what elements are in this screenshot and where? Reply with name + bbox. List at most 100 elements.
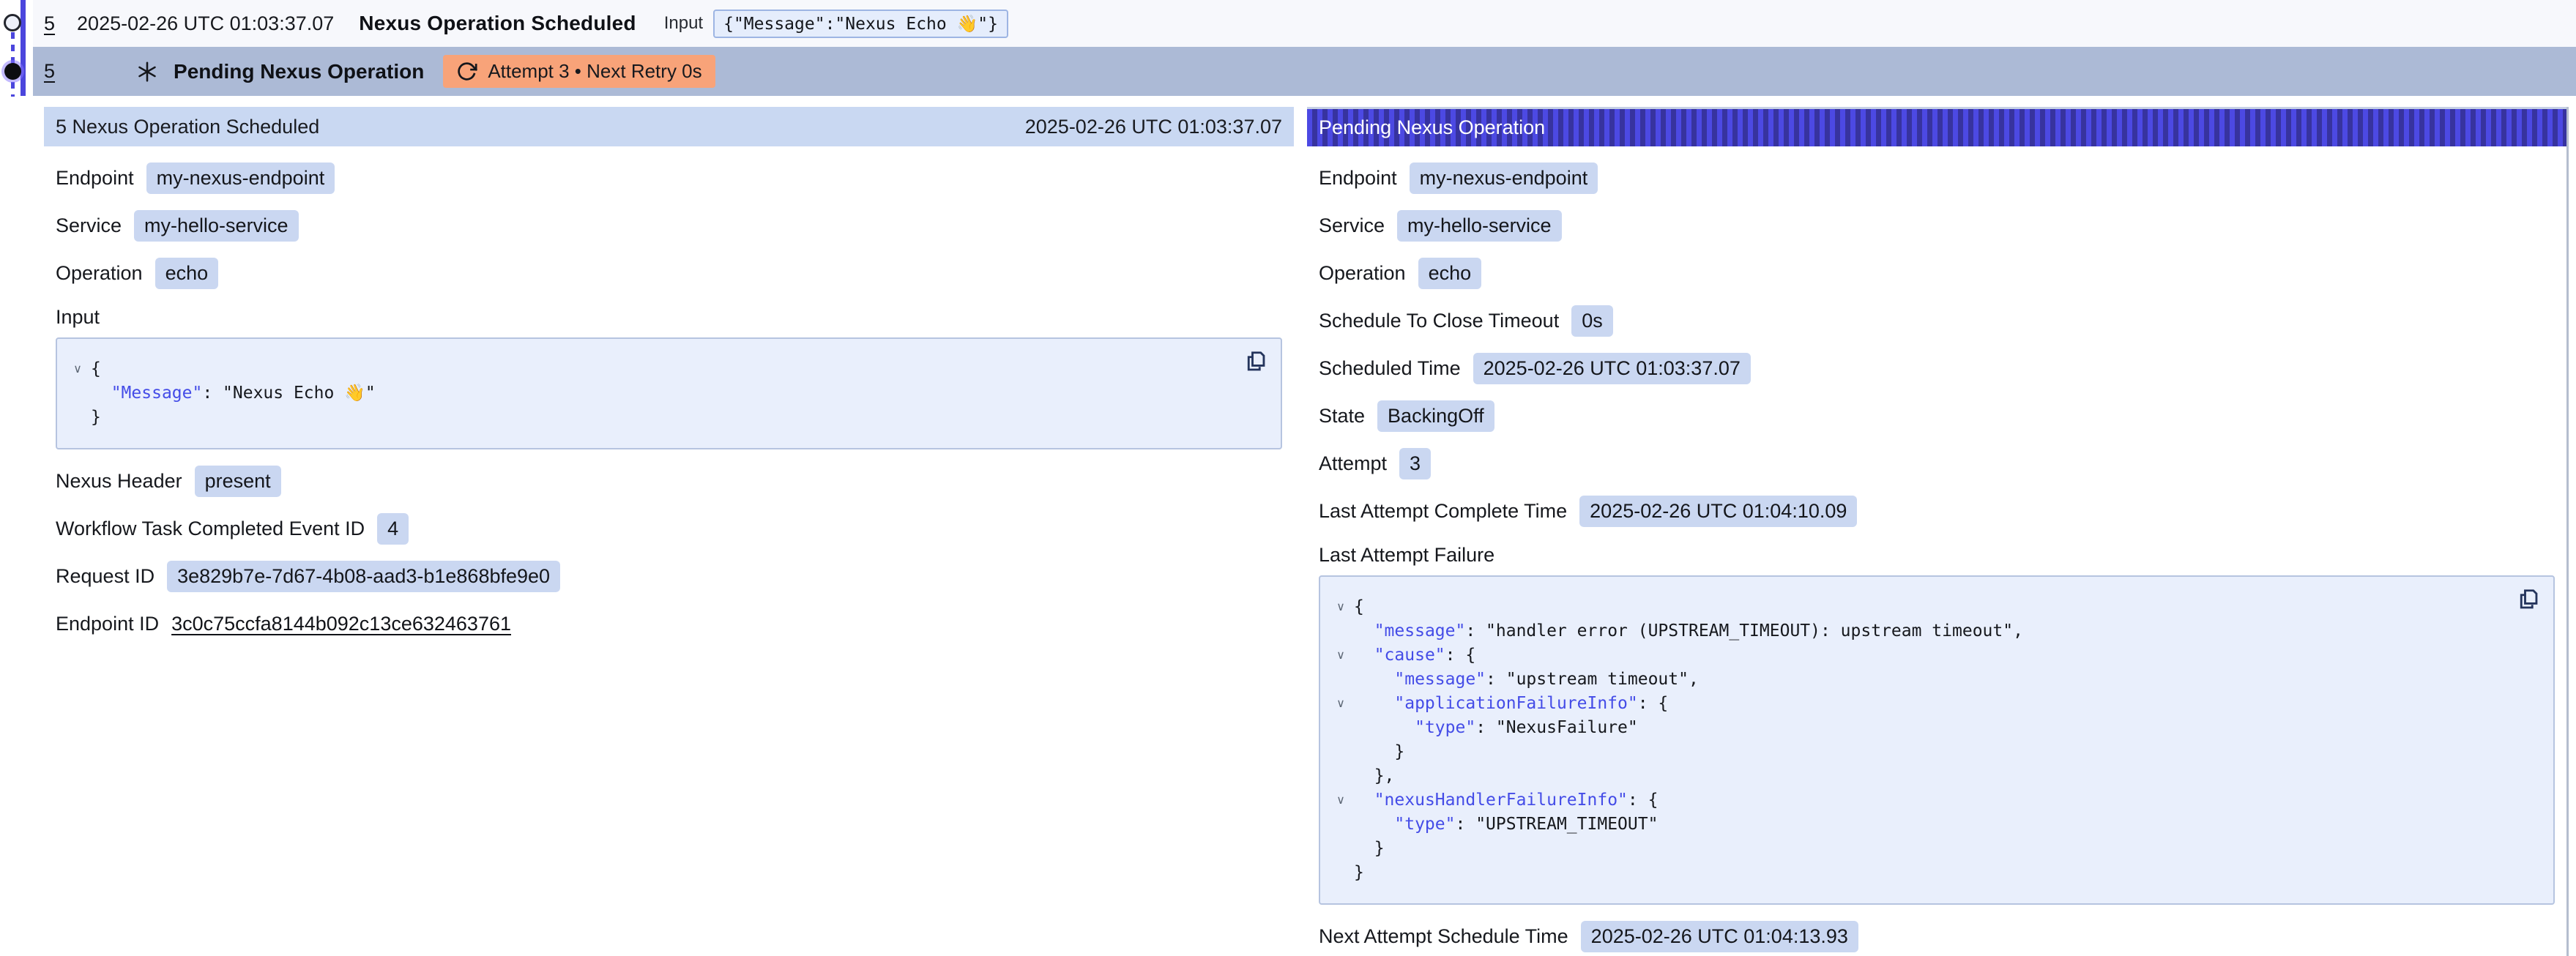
field-label: Service <box>1319 214 1385 237</box>
json-line: ∨{ <box>1328 595 2509 619</box>
event-history-screen: 5 2025-02-26 UTC 01:03:37.07 Nexus Opera… <box>0 0 2576 956</box>
field-value: 2025-02-26 UTC 01:03:37.07 <box>1473 353 1751 384</box>
json-line: } <box>1328 837 2509 861</box>
scheduled-event-panel: 5 Nexus Operation Scheduled 2025-02-26 U… <box>44 107 1294 655</box>
json-code-text: } <box>1354 837 1385 861</box>
scheduled-panel-title: 5 Nexus Operation Scheduled <box>56 116 319 138</box>
json-code-text: "nexusHandlerFailureInfo": { <box>1354 788 1658 813</box>
scheduled-panel-header: 5 Nexus Operation Scheduled 2025-02-26 U… <box>44 107 1294 146</box>
timeline-accent-bar <box>21 0 26 96</box>
field-value: echo <box>155 258 219 289</box>
timeline-node-circle-icon[interactable] <box>4 14 21 31</box>
json-line: "message": "handler error (UPSTREAM_TIME… <box>1328 619 2509 643</box>
json-line: "Message": "Nexus Echo 👋" <box>64 381 1237 406</box>
event-row-scheduled[interactable]: 5 2025-02-26 UTC 01:03:37.07 Nexus Opera… <box>33 0 2576 47</box>
pending-operation-panel: Pending Nexus Operation Endpoint my-nexu… <box>1307 107 2569 956</box>
scheduled-fields-bottom: Nexus Header present Workflow Task Compl… <box>44 465 1294 640</box>
pending-title: Pending Nexus Operation <box>174 60 424 83</box>
json-code-text: "Message": "Nexus Echo 👋" <box>91 381 376 406</box>
field-label: Workflow Task Completed Event ID <box>56 518 365 540</box>
detail-field-row: Endpoint my-nexus-endpoint <box>1307 162 2566 194</box>
json-collapse-chevron-icon[interactable]: ∨ <box>1328 692 1354 716</box>
field-value: 3 <box>1399 448 1431 479</box>
json-code-text: } <box>1354 861 1364 885</box>
event-input-label: Input <box>664 13 703 34</box>
detail-field-row: Endpoint ID 3c0c75ccfa8144b092c13ce63246… <box>44 608 1294 640</box>
pending-spinner-icon <box>135 60 159 83</box>
input-json-block: ∨{ "Message": "Nexus Echo 👋"} <box>56 337 1282 449</box>
field-label: Endpoint <box>56 167 134 190</box>
field-value: echo <box>1418 258 1482 289</box>
field-value: my-hello-service <box>1397 210 1562 242</box>
json-line: }, <box>1328 764 2509 788</box>
field-value: 3e829b7e-7d67-4b08-aad3-b1e868bfe9e0 <box>167 561 560 592</box>
field-label: Next Attempt Schedule Time <box>1319 925 1568 948</box>
detail-field-row: Endpoint my-nexus-endpoint <box>44 162 1294 194</box>
field-label: Nexus Header <box>56 470 182 493</box>
retry-text: Attempt 3 • Next Retry 0s <box>488 60 701 83</box>
input-section-label: Input <box>56 306 1282 329</box>
detail-field-row: Last Attempt Complete Time 2025-02-26 UT… <box>1307 495 2566 527</box>
field-value: 2025-02-26 UTC 01:04:13.93 <box>1581 921 1858 952</box>
json-code-text: "cause": { <box>1354 643 1475 668</box>
field-label: Last Attempt Complete Time <box>1319 500 1567 523</box>
field-value-link[interactable]: 3c0c75ccfa8144b092c13ce632463761 <box>171 613 511 635</box>
field-label: Scheduled Time <box>1319 357 1461 380</box>
detail-field-row: Scheduled Time 2025-02-26 UTC 01:03:37.0… <box>1307 352 2566 384</box>
field-label: Endpoint <box>1319 167 1397 190</box>
detail-field-row: Service my-hello-service <box>44 209 1294 242</box>
input-json-lines: ∨{ "Message": "Nexus Echo 👋"} <box>64 357 1237 430</box>
json-line: } <box>1328 740 2509 764</box>
field-label: Endpoint ID <box>56 613 159 635</box>
json-collapse-chevron-icon[interactable]: ∨ <box>1328 643 1354 668</box>
pending-panel-title: Pending Nexus Operation <box>1319 116 1545 139</box>
json-line: } <box>1328 861 2509 885</box>
detail-field-row: Attempt 3 <box>1307 447 2566 479</box>
json-code-text: { <box>91 357 101 381</box>
field-label: State <box>1319 405 1365 427</box>
field-label: Request ID <box>56 565 155 588</box>
json-collapse-chevron-icon[interactable]: ∨ <box>1328 595 1354 619</box>
field-value: 2025-02-26 UTC 01:04:10.09 <box>1579 496 1857 527</box>
event-row-pending[interactable]: 5 Pending Nexus Operation Attempt 3 • Ne… <box>33 47 2576 96</box>
timeline-node-dot-icon[interactable] <box>4 63 21 80</box>
field-label: Schedule To Close Timeout <box>1319 310 1559 332</box>
field-label: Operation <box>56 262 143 285</box>
field-value: BackingOff <box>1377 400 1494 432</box>
event-id-link[interactable]: 5 <box>44 12 55 35</box>
detail-field-row: Next Attempt Schedule Time 2025-02-26 UT… <box>1307 920 2566 952</box>
json-code-text: "type": "UPSTREAM_TIMEOUT" <box>1354 813 1658 837</box>
copy-button[interactable] <box>2515 586 2542 614</box>
detail-field-row: State BackingOff <box>1307 400 2566 432</box>
detail-field-row: Service my-hello-service <box>1307 209 2566 242</box>
field-label: Operation <box>1319 262 1406 285</box>
field-value: present <box>195 466 281 497</box>
detail-field-row: Schedule To Close Timeout 0s <box>1307 305 2566 337</box>
json-code-text: { <box>1354 595 1364 619</box>
retry-icon <box>456 61 477 82</box>
json-code-text: }, <box>1354 764 1394 788</box>
json-line: ∨ "applicationFailureInfo": { <box>1328 692 2509 716</box>
json-line: "message": "upstream timeout", <box>1328 668 2509 692</box>
scheduled-panel-timestamp: 2025-02-26 UTC 01:03:37.07 <box>1025 116 1282 138</box>
pending-event-id-link[interactable]: 5 <box>44 60 55 83</box>
event-title: Nexus Operation Scheduled <box>359 12 636 35</box>
retry-status-badge: Attempt 3 • Next Retry 0s <box>443 55 715 88</box>
json-line: "type": "NexusFailure" <box>1328 716 2509 740</box>
json-code-text: "applicationFailureInfo": { <box>1354 692 1668 716</box>
copy-icon <box>1243 348 1269 374</box>
event-detail-panels: 5 Nexus Operation Scheduled 2025-02-26 U… <box>44 107 2576 956</box>
detail-field-row: Request ID 3e829b7e-7d67-4b08-aad3-b1e86… <box>44 560 1294 592</box>
field-value: 0s <box>1571 305 1613 337</box>
field-value: my-hello-service <box>134 210 299 242</box>
json-code-text: "type": "NexusFailure" <box>1354 716 1638 740</box>
json-collapse-chevron-icon[interactable]: ∨ <box>64 357 91 381</box>
event-input-preview-chip: {"Message":"Nexus Echo 👋"} <box>713 10 1008 38</box>
detail-field-row: Operation echo <box>44 257 1294 289</box>
pending-fields-bottom: Next Attempt Schedule Time 2025-02-26 UT… <box>1307 920 2566 952</box>
json-code-text: } <box>1354 740 1404 764</box>
json-line: ∨ "nexusHandlerFailureInfo": { <box>1328 788 2509 813</box>
copy-button[interactable] <box>1243 348 1269 376</box>
json-collapse-chevron-icon[interactable]: ∨ <box>1328 788 1354 813</box>
json-code-text: "message": "upstream timeout", <box>1354 668 1699 692</box>
